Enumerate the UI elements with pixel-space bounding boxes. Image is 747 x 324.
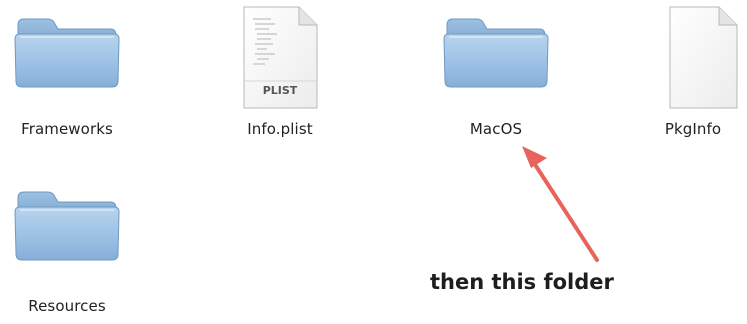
arrow-shaft bbox=[532, 161, 599, 262]
annotation-arrow-icon bbox=[522, 146, 599, 262]
arrow-head bbox=[522, 146, 547, 168]
annotation-text: then this folder bbox=[430, 270, 614, 294]
